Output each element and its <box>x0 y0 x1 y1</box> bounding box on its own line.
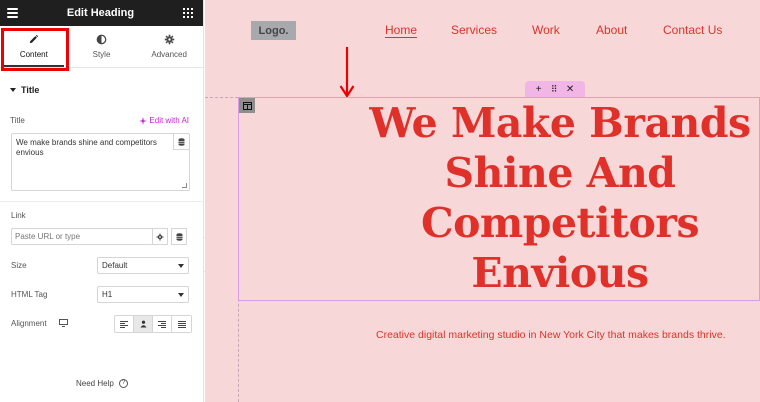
database-icon <box>176 232 182 241</box>
tab-advanced[interactable]: Advanced <box>135 26 203 67</box>
align-left-button[interactable] <box>115 316 134 332</box>
panel-header: Edit Heading <box>0 0 203 26</box>
align-left-icon <box>120 320 128 328</box>
need-help-link[interactable]: Need Help ? <box>0 379 204 389</box>
tab-style-label: Style <box>92 50 111 59</box>
title-textarea-value: We make brands shine and competitors env… <box>16 138 157 157</box>
html-tag-select-value: H1 <box>102 290 113 299</box>
size-select-value: Default <box>102 261 128 270</box>
nav-link-about[interactable]: About <box>596 23 627 37</box>
divider <box>0 201 204 202</box>
nav-link-work[interactable]: Work <box>532 23 560 37</box>
tab-style[interactable]: Style <box>68 26 136 67</box>
align-right-icon <box>158 320 166 328</box>
question-circle-icon: ? <box>119 379 129 389</box>
link-input[interactable]: Paste URL or type <box>11 228 153 245</box>
add-element-icon[interactable]: + <box>536 84 542 95</box>
chevron-down-icon <box>178 263 184 268</box>
need-help-label: Need Help <box>75 379 114 388</box>
preview-canvas: Logo. Home Services Work About Contact U… <box>205 0 760 402</box>
align-justify-button[interactable] <box>172 316 191 332</box>
heading-line: We Make Brands <box>369 99 751 147</box>
alignment-label: Alignment <box>11 319 47 328</box>
size-select[interactable]: Default <box>97 257 189 274</box>
chevron-down-icon <box>178 292 184 297</box>
align-justify-icon <box>177 320 186 328</box>
section-toggle-title[interactable]: Title <box>0 75 203 105</box>
heading-line: Envious <box>471 249 649 297</box>
html-tag-select[interactable]: H1 <box>97 286 189 303</box>
gear-icon <box>164 34 174 45</box>
desktop-icon[interactable] <box>59 319 68 327</box>
database-icon <box>178 137 185 146</box>
nav-link-services[interactable]: Services <box>451 23 497 37</box>
align-right-button[interactable] <box>153 316 172 332</box>
hamburger-menu-icon[interactable] <box>7 8 18 18</box>
edit-with-ai-label: Edit with AI <box>149 116 189 125</box>
nav-link-home[interactable]: Home <box>385 23 417 37</box>
half-circle-icon <box>96 34 107 45</box>
site-logo[interactable]: Logo. <box>251 21 296 40</box>
tab-content-label: Content <box>19 50 48 59</box>
pencil-icon <box>30 34 39 44</box>
heading-line: Shine And <box>444 149 676 197</box>
heading-line: Competitors <box>420 199 700 247</box>
panel-title: Edit Heading <box>66 7 135 19</box>
hero-subtitle: Creative digital marketing studio in New… <box>376 329 726 341</box>
link-options-button[interactable] <box>152 228 168 245</box>
widgets-grid-icon[interactable] <box>182 8 193 18</box>
align-center-button[interactable] <box>134 316 153 332</box>
resize-handle-icon[interactable] <box>182 183 187 188</box>
alignment-control <box>114 315 192 333</box>
title-textarea[interactable]: We make brands shine and competitors env… <box>11 133 190 191</box>
section-title: Title <box>21 85 40 95</box>
tab-content[interactable]: Content <box>0 26 68 67</box>
nav-link-contact[interactable]: Contact Us <box>663 23 722 37</box>
drag-handle-icon[interactable]: ⠿ <box>551 84 558 95</box>
element-toolbar: + ⠿ ✕ <box>525 81 585 97</box>
sparkle-icon <box>139 116 148 125</box>
title-field-label: Title <box>10 116 25 125</box>
close-icon[interactable]: ✕ <box>566 84 574 95</box>
html-tag-label: HTML Tag <box>11 290 48 299</box>
edit-with-ai-link[interactable]: Edit with AI <box>139 116 189 125</box>
red-arrow-icon <box>339 47 355 98</box>
link-dynamic-tags-button[interactable] <box>171 228 187 245</box>
gear-icon <box>156 233 164 240</box>
dynamic-tags-button[interactable] <box>173 134 189 150</box>
tab-advanced-label: Advanced <box>151 50 187 59</box>
hero-heading[interactable]: We Make Brands Shine And Competitors Env… <box>345 98 760 298</box>
caret-down-icon <box>10 88 16 92</box>
size-label: Size <box>11 261 27 270</box>
link-field-label: Link <box>11 211 26 220</box>
align-center-icon <box>140 320 146 328</box>
panel-tabs: Content Style Advanced <box>0 26 203 68</box>
column-edit-handle[interactable] <box>239 98 255 113</box>
columns-icon <box>242 101 252 110</box>
